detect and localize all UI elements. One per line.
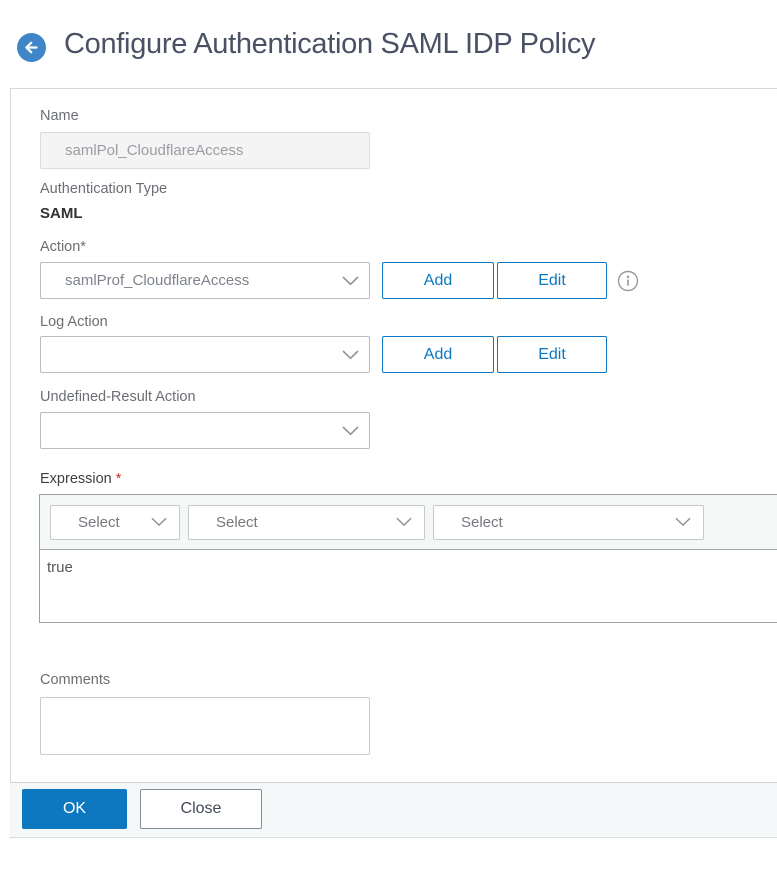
log-action-label: Log Action xyxy=(40,314,108,330)
chevron-down-icon xyxy=(342,425,359,436)
chevron-down-icon xyxy=(675,517,691,527)
name-input[interactable] xyxy=(40,132,370,169)
expression-editor: Select Select Select true xyxy=(39,494,777,623)
authentication-type-label: Authentication Type xyxy=(40,181,168,197)
expression-select-1[interactable]: Select xyxy=(50,504,180,540)
expression-select-3[interactable]: Select xyxy=(433,504,704,540)
undefined-result-action-label: Undefined-Result Action xyxy=(40,389,196,405)
chevron-down-icon xyxy=(396,517,412,527)
log-action-select[interactable] xyxy=(40,336,370,373)
action-select[interactable]: samlProf_CloudflareAccess xyxy=(40,262,370,299)
ok-button[interactable]: OK xyxy=(22,789,127,829)
authentication-type-value: SAML xyxy=(40,205,83,222)
info-icon[interactable] xyxy=(617,270,639,292)
chevron-down-icon xyxy=(342,349,359,360)
arrow-left-icon xyxy=(23,39,40,56)
required-asterisk: * xyxy=(115,471,122,487)
undefined-result-action-select[interactable] xyxy=(40,412,370,449)
action-label: Action* xyxy=(40,239,86,255)
chevron-down-icon xyxy=(151,517,167,527)
action-edit-button[interactable]: Edit xyxy=(497,262,607,299)
action-add-button[interactable]: Add xyxy=(382,262,494,299)
comments-label: Comments xyxy=(40,672,111,688)
close-button[interactable]: Close xyxy=(140,789,262,829)
back-button[interactable] xyxy=(17,33,46,62)
name-label: Name xyxy=(40,108,79,124)
expression-toolbar: Select Select Select xyxy=(40,495,777,550)
action-select-value: samlProf_CloudflareAccess xyxy=(65,272,250,289)
log-action-edit-button[interactable]: Edit xyxy=(497,336,607,373)
log-action-add-button[interactable]: Add xyxy=(382,336,494,373)
chevron-down-icon xyxy=(342,275,359,286)
page-title: Configure Authentication SAML IDP Policy xyxy=(64,28,596,60)
comments-input[interactable] xyxy=(40,697,370,755)
expression-label: Expression * xyxy=(40,471,122,487)
expression-select-2[interactable]: Select xyxy=(188,504,425,540)
expression-input[interactable]: true xyxy=(40,550,777,622)
